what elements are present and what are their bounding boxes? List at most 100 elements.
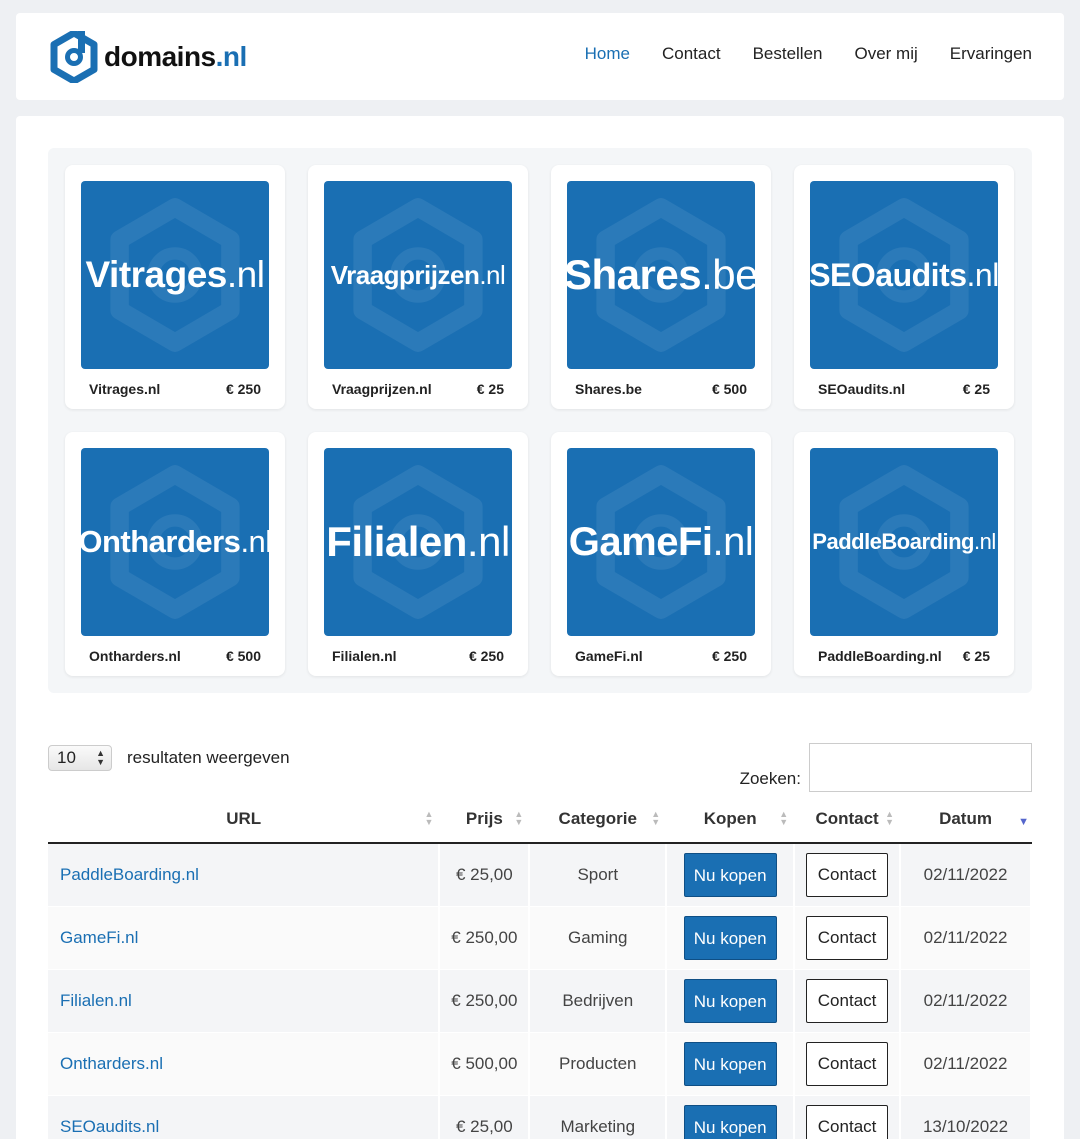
hexagon-d-logo-icon [50,31,98,83]
domain-thumbnail[interactable]: Filialen.nl [324,448,512,636]
col-header-url[interactable]: URL ▲ ▼ [48,796,440,844]
contact-button[interactable]: Contact [806,1104,889,1139]
buy-now-button[interactable]: Nu kopen [683,1104,777,1139]
thumbnail-label: Vraagprijzen.nl [330,259,506,290]
search-label: Zoeken: [739,768,801,788]
search-input[interactable] [809,743,1032,792]
thumbnail-label: GameFi.nl [568,519,754,564]
domain-thumbnail[interactable]: Vitrages.nl [81,181,269,369]
cell-date: 02/11/2022 [900,1032,1032,1096]
contact-button[interactable]: Contact [806,852,889,897]
page-length-control: 10 ▲ ▼ resultaten weergeven [48,745,290,771]
cell-date: 13/10/2022 [900,1095,1032,1139]
nav-ervaringen[interactable]: Ervaringen [950,44,1032,64]
table-row: GameFi.nl € 250,00 Gaming Nu kopen Contact 02… [48,906,1032,970]
thumbnail-label: PaddleBoarding.nl [812,529,996,554]
sort-icon: ▲ ▼ [885,809,895,827]
card-price: € 500 [711,381,747,397]
main-content: Vitrages.nl Vitrages.nl € 250 Vraagprijzen.… [16,116,1064,1139]
domain-thumbnail[interactable]: Ontharders.nl [81,448,269,636]
contact-button[interactable]: Contact [806,1041,889,1086]
card-domain-name[interactable]: Shares.be [575,381,642,397]
domain-thumbnail[interactable]: GameFi.nl [567,448,755,636]
table-header-row: URL ▲ ▼ Prijs ▲ ▼ Categorie ▲ ▼ Kopen ▲ ▼ Contac… [48,796,1031,844]
cell-category: Producten [529,1032,668,1096]
cell-category: Marketing [529,1095,668,1139]
cell-buy: Nu kopen [666,906,796,970]
domain-card[interactable]: Vraagprijzen.nl Vraagprijzen.nl € 25 [308,165,528,409]
nav-contact[interactable]: Contact [662,44,721,64]
domain-card[interactable]: Filialen.nl Filialen.nl € 250 [308,432,528,676]
card-domain-name[interactable]: Ontharders.nl [89,648,181,664]
domain-thumbnail[interactable]: PaddleBoarding.nl [810,448,998,636]
nav-home[interactable]: Home [585,44,630,64]
domain-card[interactable]: SEOaudits.nl SEOaudits.nl € 25 [794,165,1014,409]
thumbnail-label: SEOaudits.nl [810,256,998,293]
cell-price: € 250,00 [439,906,531,970]
card-price: € 250 [225,381,261,397]
domain-card[interactable]: Vitrages.nl Vitrages.nl € 250 [65,165,285,409]
domain-thumbnail[interactable]: SEOaudits.nl [810,181,998,369]
contact-button[interactable]: Contact [806,915,889,960]
domain-grid: Vitrages.nl Vitrages.nl € 250 Vraagprijzen.… [48,148,1032,693]
cell-contact: Contact [794,1095,902,1139]
domain-card[interactable]: Shares.be Shares.be € 500 [551,165,771,409]
cell-url: Ontharders.nl [48,1032,441,1096]
domain-link[interactable]: Ontharders.nl [60,1054,163,1073]
domain-thumbnail[interactable]: Vraagprijzen.nl [324,181,512,369]
cell-contact: Contact [794,843,902,907]
sort-icon: ▲ ▼ [651,809,661,827]
col-header-categorie[interactable]: Categorie ▲ ▼ [529,796,667,844]
thumbnail-label: Filialen.nl [326,518,510,565]
card-domain-name[interactable]: Filialen.nl [332,648,397,664]
page-length-select[interactable]: 10 ▲ ▼ [48,745,112,771]
cell-price: € 25,00 [439,843,531,907]
cell-category: Gaming [529,906,668,970]
card-domain-name[interactable]: Vitrages.nl [89,381,160,397]
domain-card[interactable]: PaddleBoarding.nl PaddleBoarding.nl € 25 [794,432,1014,676]
domain-link[interactable]: GameFi.nl [60,928,138,947]
thumbnail-label: Vitrages.nl [85,254,265,295]
buy-now-button[interactable]: Nu kopen [683,978,777,1023]
domain-card[interactable]: Ontharders.nl Ontharders.nl € 500 [65,432,285,676]
sort-icon: ▲ ▼ [424,809,434,827]
col-header-prijs[interactable]: Prijs ▲ ▼ [439,796,530,844]
card-domain-name[interactable]: GameFi.nl [575,648,643,664]
nav-over-mij[interactable]: Over mij [855,44,918,64]
card-price: € 500 [225,648,261,664]
col-header-kopen[interactable]: Kopen ▲ ▼ [666,796,795,844]
cell-buy: Nu kopen [666,843,796,907]
cell-price: € 250,00 [439,969,531,1033]
domain-link[interactable]: SEOaudits.nl [60,1117,159,1136]
domain-link[interactable]: Filialen.nl [60,991,132,1010]
buy-now-button[interactable]: Nu kopen [683,852,777,897]
domain-link[interactable]: PaddleBoarding.nl [60,865,199,884]
thumbnail-label: Ontharders.nl [81,524,269,559]
col-header-datum[interactable]: Datum ▼ [900,796,1031,844]
site-logo[interactable]: domains.nl [50,31,247,83]
domain-thumbnail[interactable]: Shares.be [567,181,755,369]
card-domain-name[interactable]: SEOaudits.nl [818,381,905,397]
card-price: € 250 [711,648,747,664]
buy-now-button[interactable]: Nu kopen [683,1041,777,1086]
sort-icon: ▲ ▼ [779,809,789,827]
cell-buy: Nu kopen [666,1032,796,1096]
table-search: Zoeken: [740,743,1032,792]
page-length-label: resultaten weergeven [127,748,290,767]
col-header-contact[interactable]: Contact ▲ ▼ [794,796,901,844]
logo-text: domains.nl [104,41,247,72]
table-row: Filialen.nl € 250,00 Bedrijven Nu kopen Cont… [48,969,1032,1033]
contact-button[interactable]: Contact [806,978,889,1023]
card-price: € 25 [476,381,504,397]
buy-now-button[interactable]: Nu kopen [683,915,777,960]
sort-icon: ▲ ▼ [514,809,524,827]
card-domain-name[interactable]: Vraagprijzen.nl [332,381,432,397]
table-row: SEOaudits.nl € 25,00 Marketing Nu kopen Cont… [48,1095,1032,1139]
domain-card[interactable]: GameFi.nl GameFi.nl € 250 [551,432,771,676]
cell-date: 02/11/2022 [900,843,1032,907]
card-domain-name[interactable]: PaddleBoarding.nl [818,648,942,664]
cell-date: 02/11/2022 [900,906,1032,970]
cell-buy: Nu kopen [666,969,796,1033]
cell-category: Sport [529,843,668,907]
nav-bestellen[interactable]: Bestellen [753,44,823,64]
